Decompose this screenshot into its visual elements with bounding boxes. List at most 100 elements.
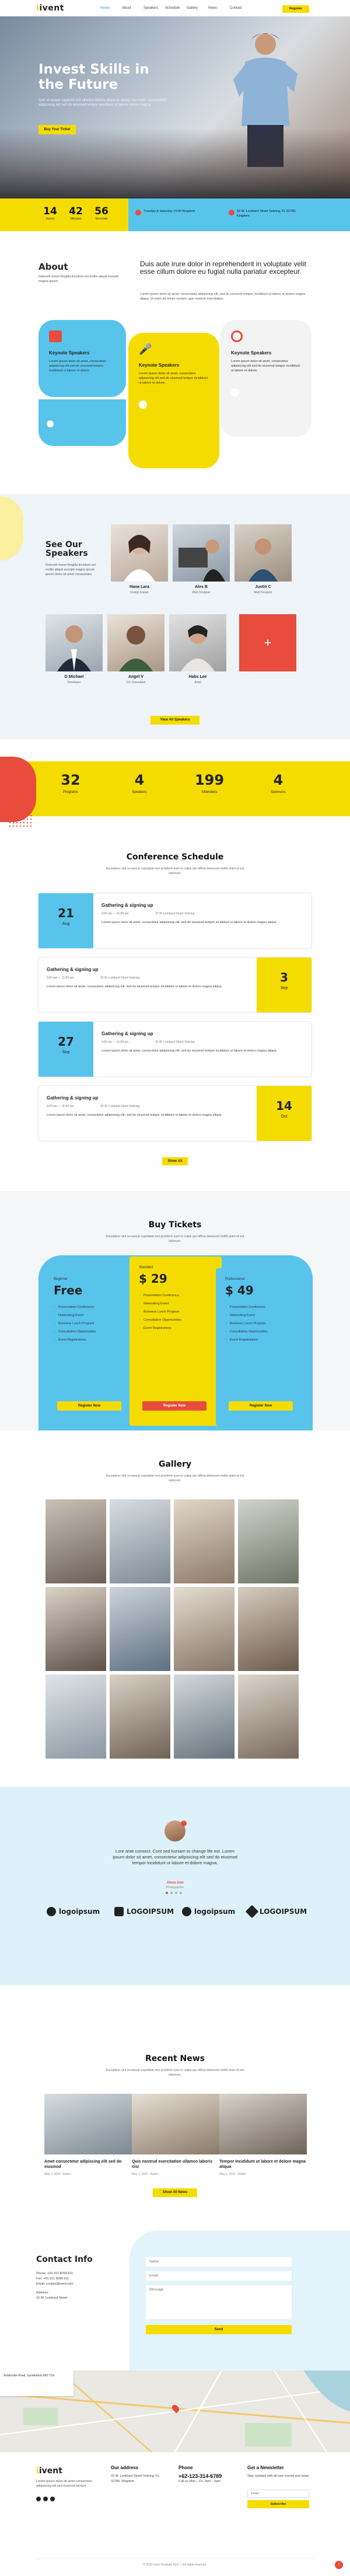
news-title: Recent News — [145, 2054, 205, 2063]
arrow-icon[interactable] — [231, 388, 239, 396]
nav-item-schedule[interactable]: Schedule — [165, 6, 187, 10]
carousel-dot[interactable] — [170, 1892, 173, 1894]
footer-logo[interactable]: iivent — [36, 2466, 62, 2476]
carousel-dot[interactable] — [180, 1892, 182, 1894]
countdown-hours: 14 Hours — [43, 206, 57, 221]
register-plan-button[interactable]: Register Now — [229, 1401, 293, 1411]
gallery-image[interactable] — [46, 1675, 106, 1759]
microphone-icon: 🎤 — [139, 343, 152, 355]
register-plan-button[interactable]: Register Now — [142, 1401, 206, 1411]
contact-address-label: Address: — [36, 2291, 49, 2295]
news-card-title[interactable]: Amet consectetur adipiscing elit sed do … — [44, 2159, 132, 2170]
nav-item-speakers[interactable]: Speakers — [144, 6, 165, 10]
plan-price: $ 49 — [225, 1283, 254, 1297]
news-card[interactable]: Quis nostrud exercitation ullamco labori… — [132, 2094, 219, 2176]
session-time: 9:00 am — 11:00 am — [102, 1040, 129, 1044]
contact-message-input[interactable] — [146, 2285, 292, 2319]
gallery-image[interactable] — [174, 1499, 235, 1583]
news-card[interactable]: Tempor incididunt ut labore et dolore ma… — [219, 2094, 307, 2176]
news-card-title[interactable]: Tempor incididunt ut labore et dolore ma… — [219, 2159, 307, 2170]
newsletter-email-input[interactable] — [247, 2490, 309, 2498]
gallery-image[interactable] — [46, 1499, 106, 1583]
gallery-image[interactable] — [174, 1675, 235, 1759]
arrow-icon[interactable] — [139, 401, 147, 409]
register-plan-button[interactable]: Register Now — [57, 1401, 121, 1411]
date-box: 14 Oct — [257, 1086, 312, 1141]
schedule-row-2[interactable]: Gathering & signing up 9:00 am — 11:00 a… — [38, 958, 312, 1012]
subscribe-button[interactable]: Subscribe — [247, 2500, 309, 2508]
speaker-photo-4[interactable] — [46, 614, 103, 671]
back-to-top-button[interactable]: ↑ — [335, 2561, 343, 2569]
logo-mark-icon — [245, 1905, 259, 1919]
nav-item-home[interactable]: Home — [100, 6, 122, 10]
more-speakers-button[interactable]: + — [239, 614, 296, 671]
speaker-photo-6[interactable] — [169, 614, 226, 671]
schedule-row-4[interactable]: Gathering & signing up 9:00 am — 11:00 a… — [38, 1086, 312, 1141]
gallery-image[interactable] — [110, 1499, 170, 1583]
arrow-up-icon: ↑ — [338, 2563, 340, 2567]
plan-features: Presentation Conference Networking Event… — [54, 1306, 127, 1342]
social-links — [36, 2497, 55, 2501]
twitter-icon[interactable] — [43, 2497, 48, 2501]
hero-section: Invest Skills in the Future Quis et auqu… — [0, 16, 350, 199]
nav-item-gallery[interactable]: Gallery — [187, 6, 208, 10]
news-card-title[interactable]: Quis nostrud exercitation ullamco labori… — [132, 2159, 219, 2170]
counter-attendees: 199 Attendees — [194, 772, 225, 794]
news-image[interactable] — [132, 2094, 219, 2154]
contact-email[interactable]: Email: contact@ivent.com — [36, 2282, 74, 2287]
show-all-schedule-button[interactable]: Show All — [162, 1157, 188, 1165]
news-card[interactable]: Amet consectetur adipiscing elit sed do … — [44, 2094, 132, 2176]
carousel-dot[interactable] — [175, 1892, 177, 1894]
speaker-photo-3[interactable] — [235, 524, 292, 582]
audience-icon — [49, 330, 62, 342]
site-logo[interactable]: iivent — [36, 4, 64, 13]
show-all-news-button[interactable]: Show All News — [153, 2188, 197, 2197]
nav-item-contact[interactable]: Contact — [230, 6, 251, 10]
session-place: 32 W. Lombard Street Sebring — [155, 912, 195, 915]
speaker-photo-1[interactable] — [111, 524, 168, 582]
speaker-photo-5[interactable] — [107, 614, 164, 671]
news-image[interactable] — [219, 2094, 307, 2154]
session-place: 32 W. Lombard Street Sebring — [100, 976, 140, 980]
gallery-image[interactable] — [238, 1675, 299, 1759]
date-box: 21 Aug — [38, 893, 93, 948]
map[interactable]: Ashbrooke Road, Sunderland SR2 7SX — [0, 2370, 350, 2452]
event-date-info: Tuesday & Saturday 19:30 Kingdom — [135, 209, 205, 215]
facebook-icon[interactable] — [36, 2497, 41, 2501]
plan-price: $ 29 — [139, 1272, 167, 1286]
view-speakers-button[interactable]: View All Speakers — [150, 716, 200, 725]
location-icon — [229, 210, 235, 215]
buy-ticket-button[interactable]: Buy Your Ticket — [38, 125, 76, 134]
about-lead: Duis aute irure dolor in reprehenderit i… — [140, 260, 306, 276]
carousel-dot[interactable] — [166, 1892, 168, 1894]
gallery-image[interactable] — [110, 1675, 170, 1759]
footer-phone: Phone +62-123-314-6789 Call us Mon – Fri, … — [178, 2465, 222, 2483]
speaker-role: Web Designer — [192, 591, 211, 594]
schedule-row-3[interactable]: 27 Sep Gathering & signing up 9:00 am — 1… — [38, 1022, 312, 1077]
register-button[interactable]: Register — [282, 5, 309, 13]
nav-item-news[interactable]: News — [208, 6, 230, 10]
logo-mark-icon — [114, 1907, 124, 1916]
schedule-row-1[interactable]: 21 Aug Gathering & signing up 9:00 am — 1… — [38, 893, 312, 948]
news-image[interactable] — [44, 2094, 132, 2154]
speaker-photo-2[interactable] — [173, 524, 230, 582]
plan-professional: Professional $ 49 Presentation Conferenc… — [216, 1268, 308, 1426]
contact-name-input[interactable] — [146, 2257, 292, 2267]
gallery-image[interactable] — [174, 1587, 235, 1671]
gallery-image[interactable] — [238, 1587, 299, 1671]
partner-logo: LOGOIPSUM — [114, 1907, 174, 1916]
speaker-name: Habs Lee — [188, 675, 207, 679]
quote-icon: " — [181, 1820, 187, 1826]
nav-item-about[interactable]: About — [122, 6, 144, 10]
target-icon — [231, 330, 243, 342]
send-button[interactable]: Send — [146, 2325, 292, 2334]
contact-email-input[interactable] — [146, 2271, 292, 2281]
about-title: About — [38, 262, 68, 272]
arrow-icon[interactable] — [47, 420, 54, 427]
gallery-image[interactable] — [110, 1587, 170, 1671]
dot-pattern — [8, 803, 34, 827]
instagram-icon[interactable] — [50, 2497, 55, 2501]
gallery-image[interactable] — [46, 1587, 106, 1671]
speaker-name: Justin C — [255, 585, 271, 589]
gallery-image[interactable] — [238, 1499, 299, 1583]
